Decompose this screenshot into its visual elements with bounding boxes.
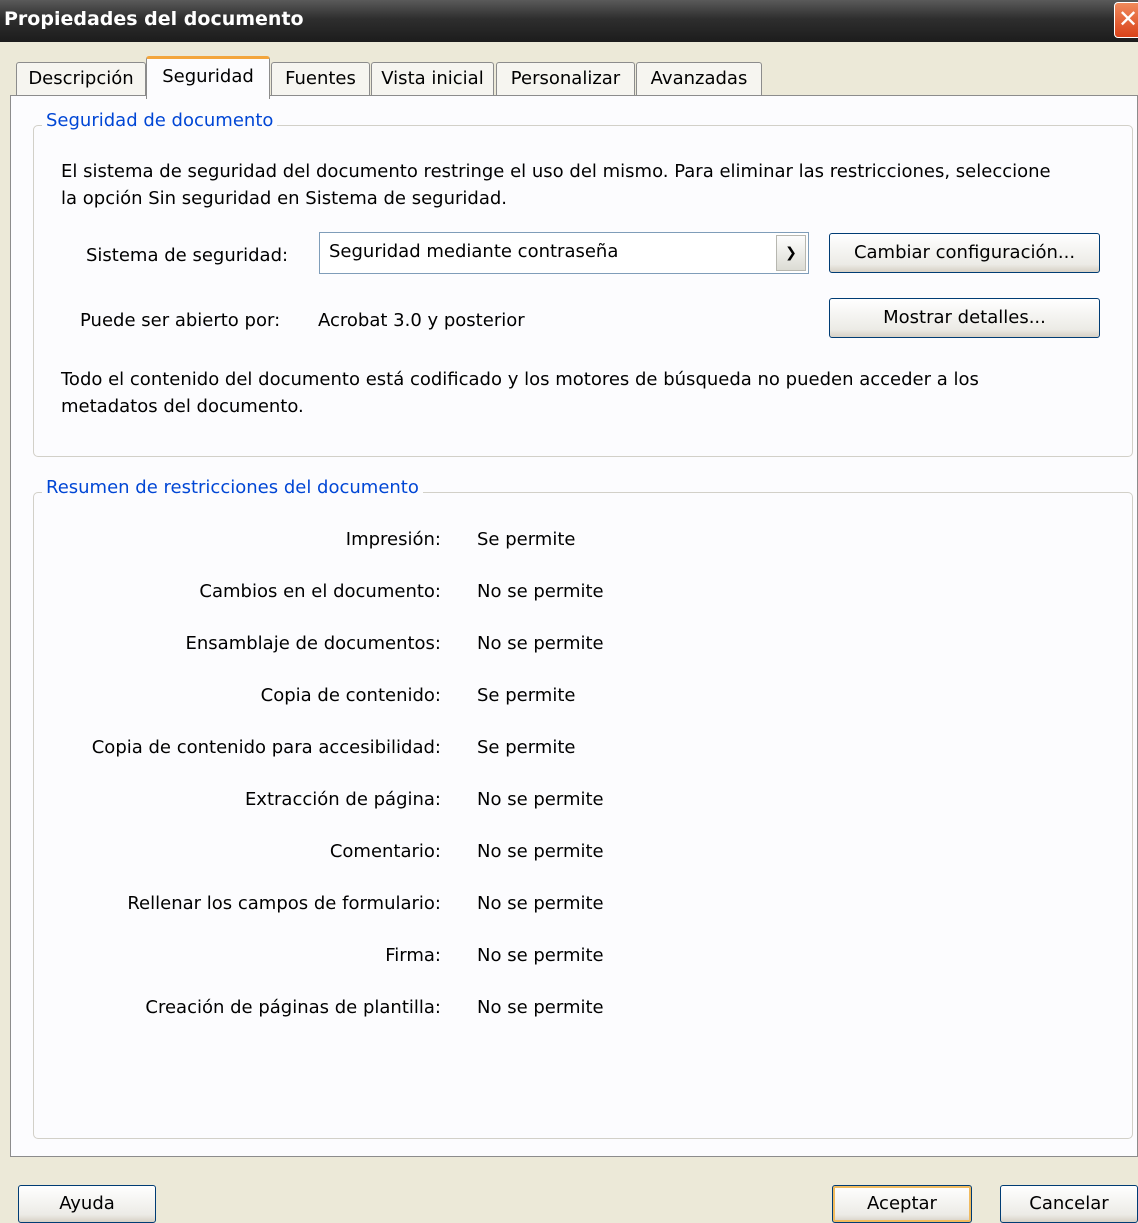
tab-descripcion[interactable]: Descripción <box>16 62 146 95</box>
restriction-label: Impresión: <box>345 529 441 550</box>
security-tab-panel: Seguridad de documento El sistema de seg… <box>10 95 1138 1157</box>
security-note-line-1: Todo el contenido del documento está cod… <box>61 369 979 390</box>
window-title: Propiedades del documento <box>4 8 304 30</box>
restriction-label: Firma: <box>385 945 441 966</box>
restriction-value: No se permite <box>477 581 604 602</box>
tab-fuentes[interactable]: Fuentes <box>271 62 370 95</box>
restriction-value: Se permite <box>477 685 576 706</box>
security-method-label: Sistema de seguridad: <box>86 245 289 266</box>
restriction-value: No se permite <box>477 841 604 862</box>
security-method-value: Seguridad mediante contraseña <box>329 241 619 262</box>
title-bar[interactable]: Propiedades del documento ✕ <box>0 0 1138 42</box>
restriction-value: Se permite <box>477 737 576 758</box>
security-group: Seguridad de documento El sistema de seg… <box>33 110 1133 457</box>
restriction-value: No se permite <box>477 633 604 654</box>
security-note-line-2: metadatos del documento. <box>61 396 304 417</box>
restriction-value: No se permite <box>477 945 604 966</box>
security-method-select[interactable]: Seguridad mediante contraseña ❯ <box>319 232 809 274</box>
restriction-label: Copia de contenido: <box>260 685 441 706</box>
restriction-label: Extracción de página: <box>244 789 441 810</box>
restriction-label: Copia de contenido para accesibilidad: <box>91 737 441 758</box>
security-group-legend: Seguridad de documento <box>42 110 278 131</box>
restriction-label: Cambios en el documento: <box>199 581 441 602</box>
help-button[interactable]: Ayuda <box>18 1185 156 1223</box>
restriction-value: No se permite <box>477 997 604 1018</box>
restriction-value: No se permite <box>477 789 604 810</box>
restriction-value: No se permite <box>477 893 604 914</box>
compat-value: Acrobat 3.0 y posterior <box>318 310 525 331</box>
tab-vista-inicial[interactable]: Vista inicial <box>371 62 494 95</box>
security-intro-line-1: El sistema de seguridad del documento re… <box>61 161 1051 182</box>
tab-avanzadas[interactable]: Avanzadas <box>636 62 762 95</box>
chevron-down-icon[interactable]: ❯ <box>776 235 806 271</box>
cancel-button[interactable]: Cancelar <box>1000 1185 1138 1223</box>
tab-seguridad[interactable]: Seguridad <box>146 56 270 99</box>
restriction-label: Creación de páginas de plantilla: <box>145 997 441 1018</box>
restriction-label: Comentario: <box>329 841 441 862</box>
restrictions-group-legend: Resumen de restricciones del documento <box>42 477 423 498</box>
restriction-label: Ensamblaje de documentos: <box>185 633 441 654</box>
restriction-label: Rellenar los campos de formulario: <box>127 893 441 914</box>
restriction-value: Se permite <box>477 529 576 550</box>
close-icon: ✕ <box>1118 5 1138 33</box>
security-intro-line-2: la opción Sin seguridad en Sistema de se… <box>61 188 508 209</box>
change-settings-button[interactable]: Cambiar configuración... <box>829 233 1100 273</box>
tab-personalizar[interactable]: Personalizar <box>496 62 635 95</box>
compat-label: Puede ser abierto por: <box>80 310 281 331</box>
show-details-button[interactable]: Mostrar detalles... <box>829 298 1100 338</box>
close-button[interactable]: ✕ <box>1114 2 1138 38</box>
ok-button[interactable]: Aceptar <box>832 1185 972 1223</box>
